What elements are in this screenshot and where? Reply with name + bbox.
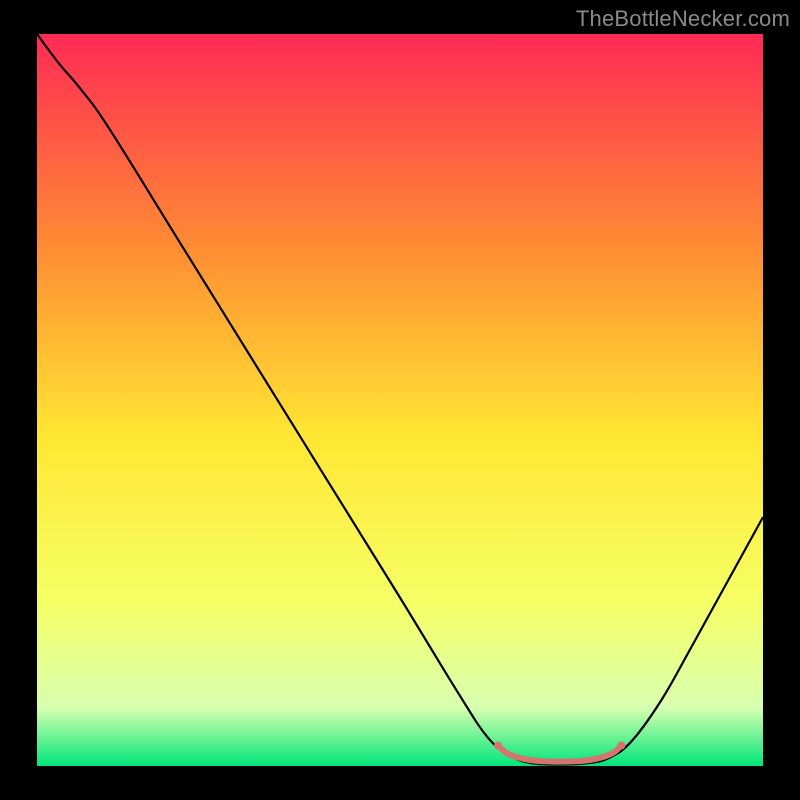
chart-container: { "watermark": "TheBottleNecker.com", "c…	[0, 0, 800, 800]
watermark-text: TheBottleNecker.com	[576, 6, 790, 32]
optimal-zone-end-dot	[494, 742, 502, 750]
bottleneck-chart	[0, 0, 800, 800]
optimal-zone-end-dot	[617, 742, 625, 750]
plot-background	[37, 34, 763, 766]
